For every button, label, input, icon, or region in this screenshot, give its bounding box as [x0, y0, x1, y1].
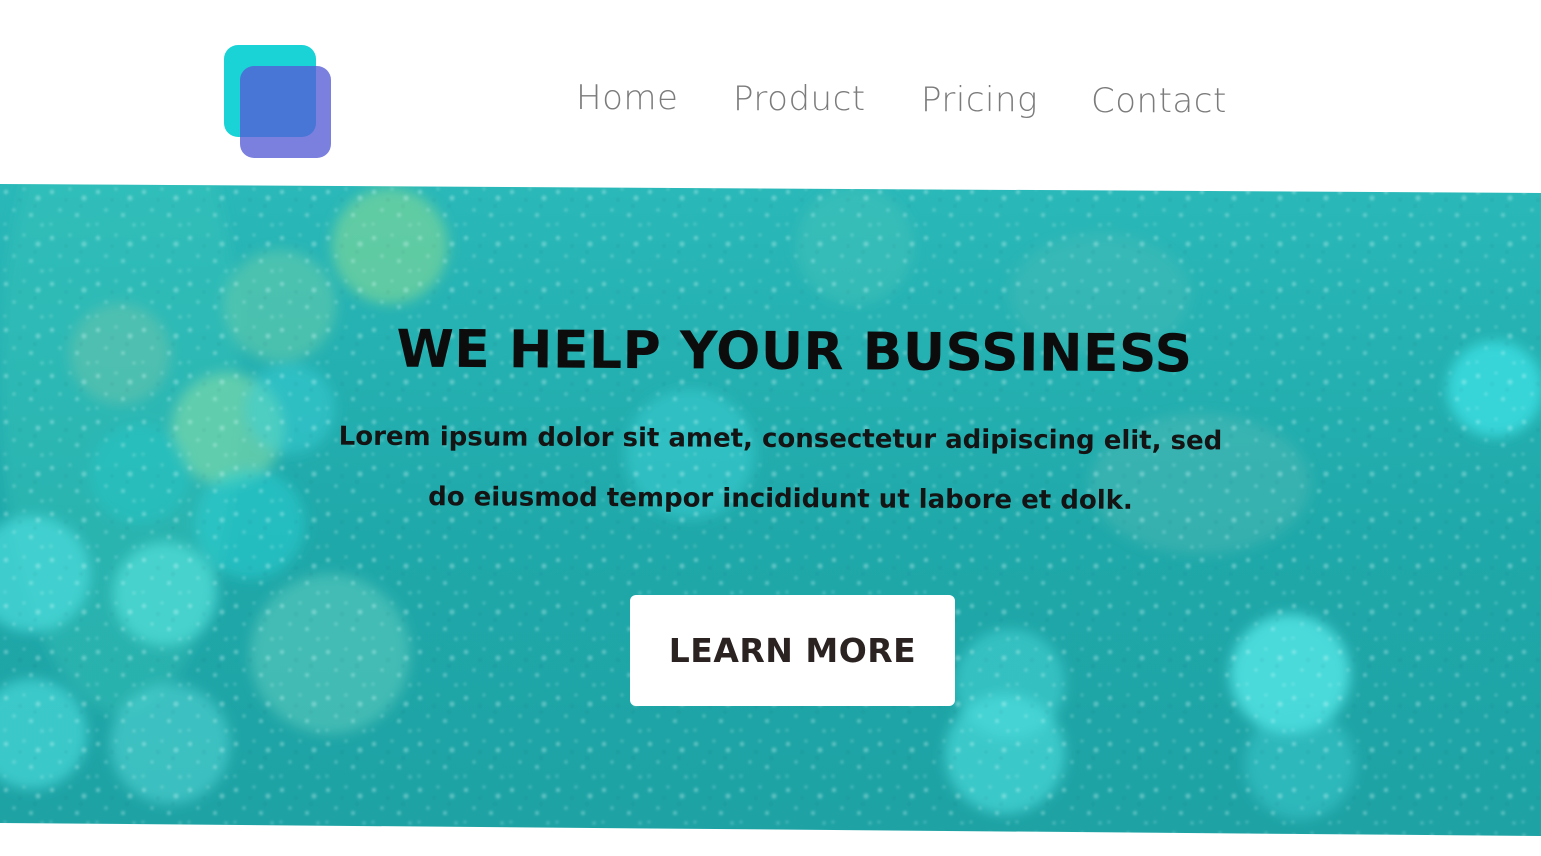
logo-front-square: [240, 66, 331, 158]
nav-contact[interactable]: Contact: [1091, 81, 1227, 121]
nav-product[interactable]: Product: [733, 79, 866, 119]
learn-more-button[interactable]: LEARN MORE: [630, 595, 955, 706]
logo-icon[interactable]: [224, 45, 332, 159]
nav-pricing[interactable]: Pricing: [921, 80, 1038, 120]
nav-home[interactable]: Home: [576, 78, 678, 118]
hero-banner: WE HELP YOUR BUSSINESS Lorem ipsum dolor…: [0, 184, 1541, 836]
hero-title: WE HELP YOUR BUSSINESS: [396, 319, 1193, 385]
site-header: Home Product Pricing Contact: [0, 0, 1541, 186]
